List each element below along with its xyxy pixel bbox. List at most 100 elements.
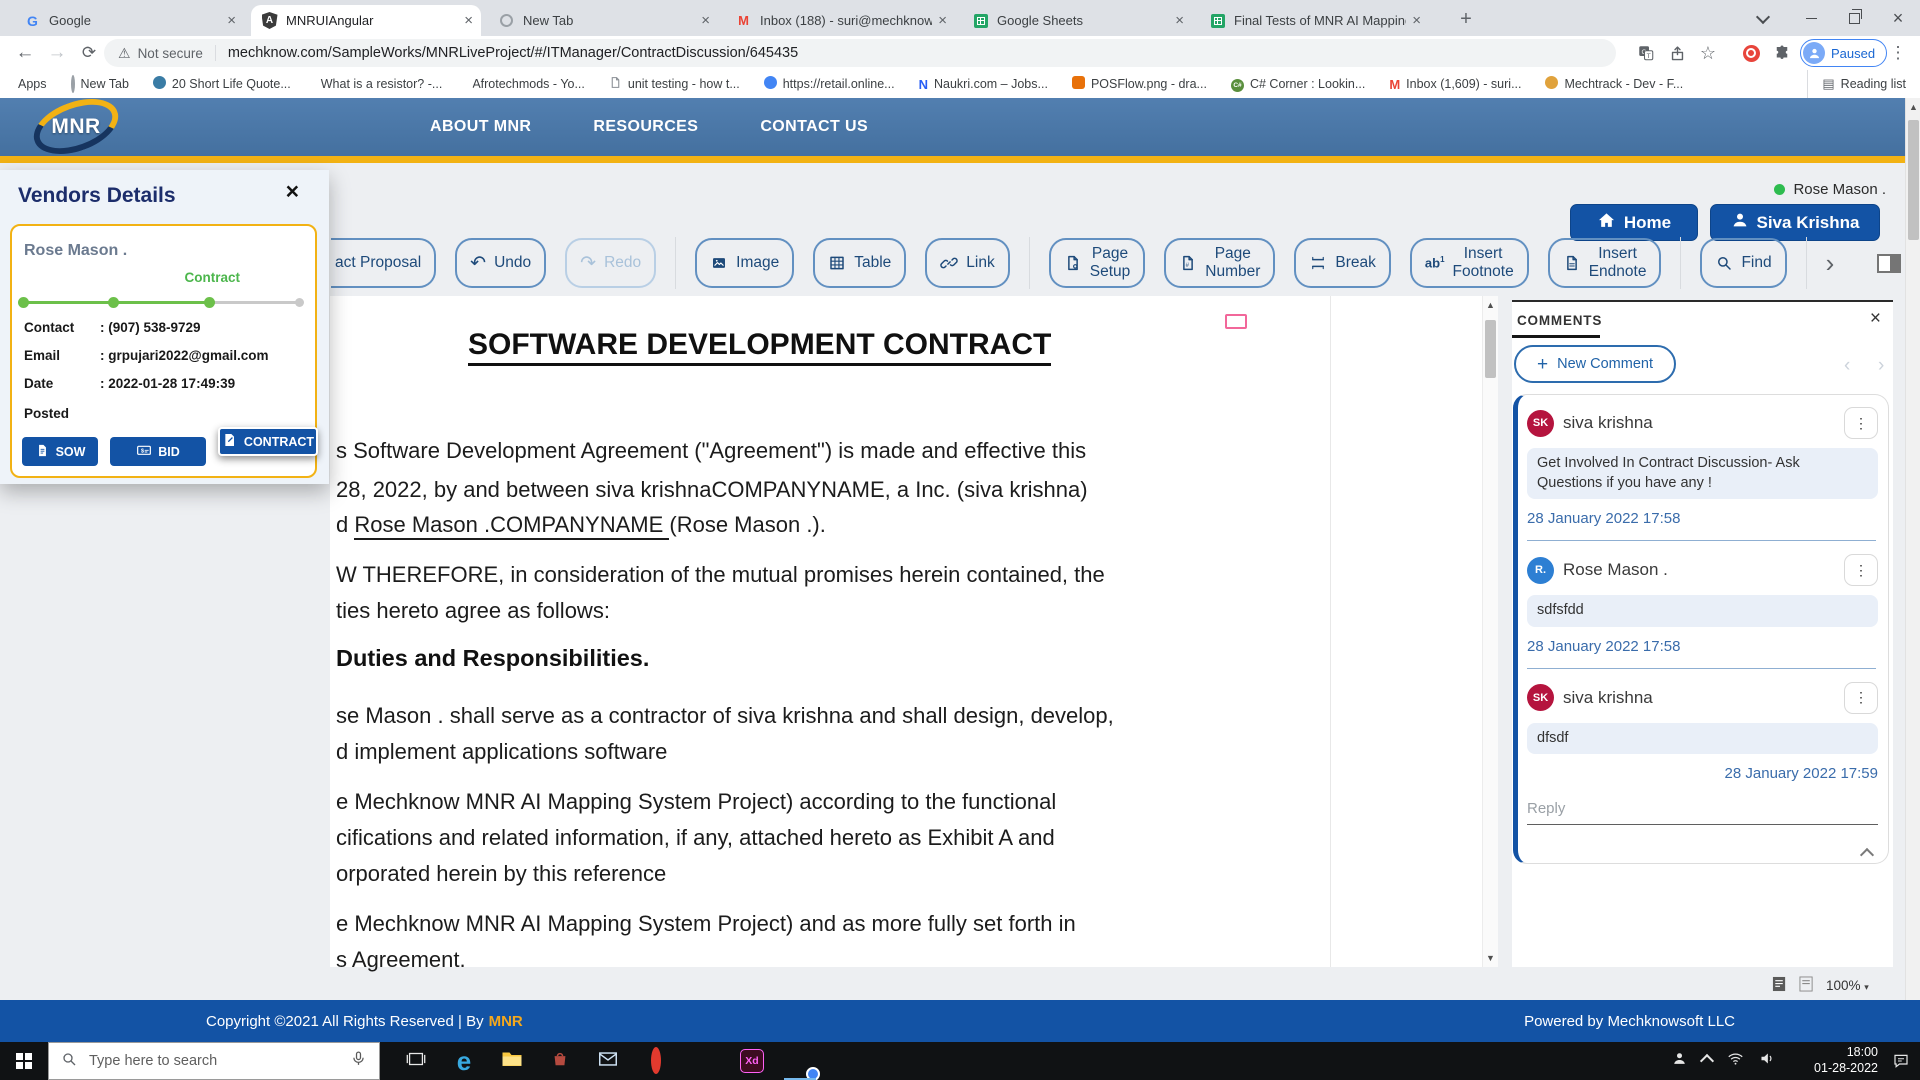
page-scrollbar[interactable]: ▲ [1905,98,1920,1000]
browser-menu-icon[interactable]: ⋮ [1884,39,1912,67]
bookmark-item-what-is-a-resistor[interactable]: What is a resistor? -... [315,77,443,91]
taskbar-store-button[interactable] [536,1042,584,1080]
toolbar-find-button[interactable]: Find [1700,238,1786,288]
toolbar-break-button[interactable]: Break [1294,238,1391,288]
taskbar-task-view-button[interactable] [392,1042,440,1080]
reload-icon[interactable]: ⟳ [74,36,104,70]
contract-button[interactable]: CONTRACT [218,427,318,456]
nav-item-contact-us[interactable]: CONTACT US [760,118,868,136]
vendors-close-icon[interactable]: × [286,180,299,203]
scroll-down-icon[interactable]: ▼ [1483,951,1498,965]
bookmark-item-posflow-png-dra[interactable]: POSFlow.png - dra... [1072,76,1207,92]
start-button[interactable] [0,1042,48,1080]
share-icon[interactable] [1663,39,1691,67]
reading-list-button[interactable]: ▤ Reading list [1807,70,1906,98]
page-scrollbar-thumb[interactable] [1908,120,1919,240]
mic-icon[interactable] [350,1050,367,1072]
user-menu-button[interactable]: Siva Krishna [1710,204,1880,241]
reply-input[interactable] [1527,798,1878,825]
web-layout-icon[interactable] [1799,976,1814,995]
comment-item[interactable]: SKsiva krishna⋮Get Involved In Contract … [1527,407,1878,527]
address-bar[interactable]: ⚠ Not secure mechknow.com/SampleWorks/MN… [104,39,1616,67]
taskbar-opera-button[interactable] [632,1042,680,1080]
collapse-chevron-icon[interactable] [1862,847,1872,865]
taskbar-calculator-button[interactable] [824,1042,872,1080]
toolbar-insert-endnote-button[interactable]: Insert Endnote [1548,238,1662,288]
minimize-button[interactable] [1790,0,1833,36]
taskbar-file-explorer-button[interactable] [488,1042,536,1080]
translate-icon[interactable]: GT [1632,39,1660,67]
side-panel-toggle-icon[interactable] [1877,254,1901,273]
comments-close-icon[interactable]: × [1870,309,1881,328]
bid-button[interactable]: $BID [110,437,206,466]
page-scroll-up-icon[interactable]: ▲ [1906,100,1920,114]
taskbar-clock[interactable]: 18:00 01-28-2022 [1798,1042,1878,1080]
tab-close-icon[interactable]: × [464,12,473,29]
document-scrollbar-thumb[interactable] [1485,320,1496,378]
sow-button[interactable]: SOW [22,437,98,466]
toolbar-link-button[interactable]: Link [925,238,1009,288]
print-layout-icon[interactable] [1772,976,1787,995]
bookmark-item-inbox-1-609-suri[interactable]: MInbox (1,609) - suri... [1389,77,1521,92]
toolbar-image-button[interactable]: Image [695,238,794,288]
tab-close-icon[interactable]: × [701,12,710,29]
toolbar-insert-footnote-button[interactable]: ab1Insert Footnote [1410,238,1529,288]
mnr-logo[interactable]: MNR [30,100,122,153]
tab-close-icon[interactable]: × [938,12,947,29]
chevron-up-icon[interactable] [1702,1052,1712,1071]
browser-tab-new-tab[interactable]: New Tab× [488,5,718,36]
close-window-button[interactable]: × [1876,0,1920,36]
browser-tab-google-sheets[interactable]: Google Sheets× [962,5,1192,36]
bookmark-item-20-short-life-quote[interactable]: 20 Short Life Quote... [153,76,291,92]
taskbar-firefox-button[interactable] [680,1042,728,1080]
tab-close-icon[interactable]: × [227,12,236,29]
zoom-level-button[interactable]: 100% ▾ [1826,978,1869,993]
new-tab-button[interactable]: + [1452,5,1480,33]
toolbar-page-number-button[interactable]: #Page Number [1164,238,1275,288]
bookmark-star-icon[interactable]: ☆ [1694,39,1722,67]
browser-tab-google[interactable]: GGoogle× [14,5,244,36]
toolbar-redo-button[interactable]: ↷Redo [565,238,656,288]
bookmark-item-c-corner-lookin[interactable]: C#C# Corner : Lookin... [1231,76,1365,92]
comment-menu-button[interactable]: ⋮ [1844,407,1878,439]
document-scrollbar[interactable]: ▲ ▼ [1482,296,1498,967]
nav-item-resources[interactable]: RESOURCES [593,118,698,136]
back-icon[interactable]: ← [10,36,40,70]
scroll-up-icon[interactable]: ▲ [1483,298,1498,312]
bookmark-item-new-tab[interactable]: New Tab [71,77,129,91]
toolbar-act-proposal-button[interactable]: act Proposal [331,238,436,288]
footer-brand-link[interactable]: MNR [489,1013,523,1030]
restore-button[interactable] [1833,0,1876,36]
taskbar-adobe-xd-button[interactable]: Xd [728,1042,776,1080]
comment-anchor-marker[interactable] [1225,314,1247,329]
taskbar-edge-button[interactable]: e [440,1042,488,1080]
bookmark-item-naukri-com-jobs[interactable]: NNaukri.com – Jobs... [919,77,1048,92]
prev-comment-icon[interactable]: ‹ [1844,355,1850,377]
toolbar-undo-button[interactable]: ↶Undo [455,238,546,288]
red-extension-icon[interactable] [1737,39,1765,67]
comment-menu-button[interactable]: ⋮ [1844,682,1878,714]
bookmark-item-unit-testing-how-t[interactable]: unit testing - how t... [609,76,740,92]
new-comment-button[interactable]: + New Comment [1514,345,1676,383]
taskbar-chrome-button[interactable] [776,1042,824,1080]
nav-item-about-mnr[interactable]: ABOUT MNR [430,118,531,136]
browser-tab-final-tests-of-mnr-ai-mapping-s[interactable]: Final Tests of MNR AI Mapping S× [1199,5,1429,36]
bookmark-item-https-retail-online[interactable]: https://retail.online... [764,76,895,92]
bookmark-item-afrotechmods-yo[interactable]: Afrotechmods - Yo... [466,77,585,91]
comment-item[interactable]: R.Rose Mason .⋮sdfsfdd28 January 2022 17… [1527,554,1878,655]
taskbar-search-input[interactable] [87,1052,340,1070]
volume-icon[interactable] [1759,1050,1776,1072]
taskbar-search[interactable] [48,1042,380,1080]
browser-tab-inbox-188-suri-mechknowsof[interactable]: MInbox (188) - suri@mechknowsof× [725,5,955,36]
toolbar-page-setup-button[interactable]: Page Setup [1049,238,1146,288]
comment-menu-button[interactable]: ⋮ [1844,554,1878,586]
bookmark-item-apps[interactable]: Apps [12,77,47,91]
tab-close-icon[interactable]: × [1412,12,1421,29]
toolbar-table-button[interactable]: Table [813,238,906,288]
bookmark-item-mechtrack-dev-f[interactable]: Mechtrack - Dev - F... [1545,76,1683,92]
next-comment-icon[interactable]: › [1878,355,1884,377]
forward-icon[interactable]: → [42,36,72,70]
comment-item[interactable]: SKsiva krishna⋮dfsdf28 January 2022 17:5… [1527,682,1878,783]
toolbar-overflow-chevron-icon[interactable]: › [1826,250,1835,277]
tab-search-caret-icon[interactable] [1745,0,1781,36]
